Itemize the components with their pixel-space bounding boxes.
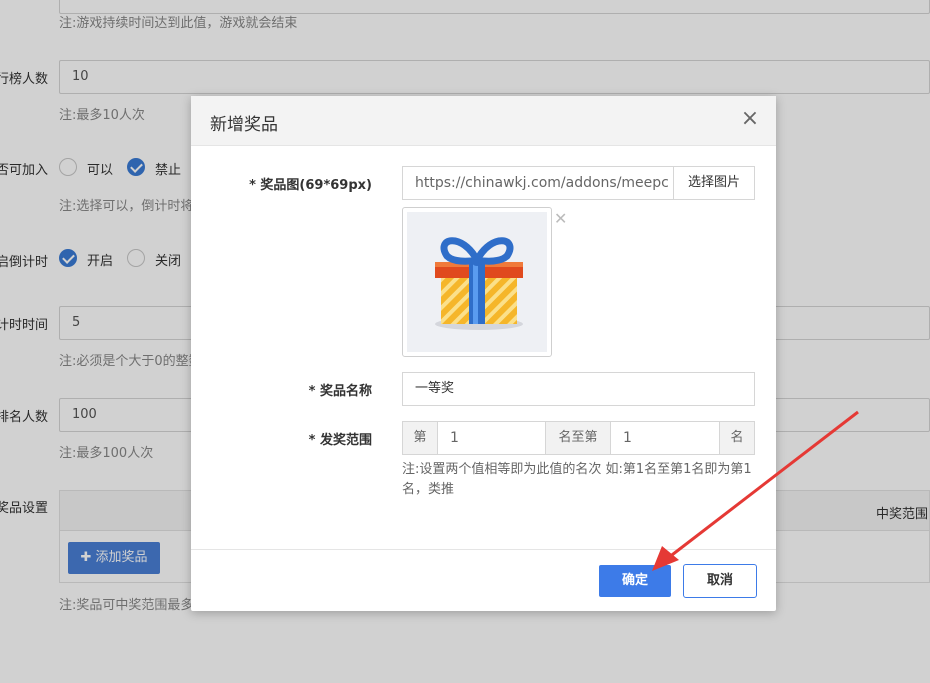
range-note: 注:设置两个值相等即为此值的名次 如:第1名至第1名即为第1名，类推 (402, 462, 752, 497)
add-prize-dialog: 新增奖品 × * 奖品图(69*69px) https://chinawkj.c… (191, 96, 776, 611)
prize-name-label: * 奖品名称 (308, 384, 372, 399)
dialog-header: 新增奖品 × (191, 96, 776, 146)
range-middle: 名至第 (545, 421, 611, 455)
prize-image-url-input[interactable]: https://chinawkj.com/addons/meepc (402, 166, 674, 200)
dialog-title: 新增奖品 (210, 115, 278, 135)
prize-image-preview (402, 207, 552, 357)
cancel-button[interactable]: 取消 (683, 564, 757, 598)
choose-image-button[interactable]: 选择图片 (673, 166, 755, 200)
gift-image (407, 212, 547, 352)
prize-image-label: * 奖品图(69*69px) (249, 178, 372, 193)
dialog-footer-divider (191, 549, 776, 550)
prize-name-input[interactable]: 一等奖 (402, 372, 755, 406)
range-from-input[interactable]: 1 (437, 421, 546, 455)
range-to-input[interactable]: 1 (610, 421, 720, 455)
close-icon[interactable]: × (740, 108, 760, 130)
award-range-label: * 发奖范围 (308, 433, 372, 448)
range-prefix: 第 (402, 421, 438, 455)
remove-x-icon[interactable]: ✕ (554, 209, 567, 228)
confirm-button[interactable]: 确定 (599, 565, 671, 597)
range-suffix: 名 (719, 421, 755, 455)
gift-box-icon (435, 237, 523, 330)
